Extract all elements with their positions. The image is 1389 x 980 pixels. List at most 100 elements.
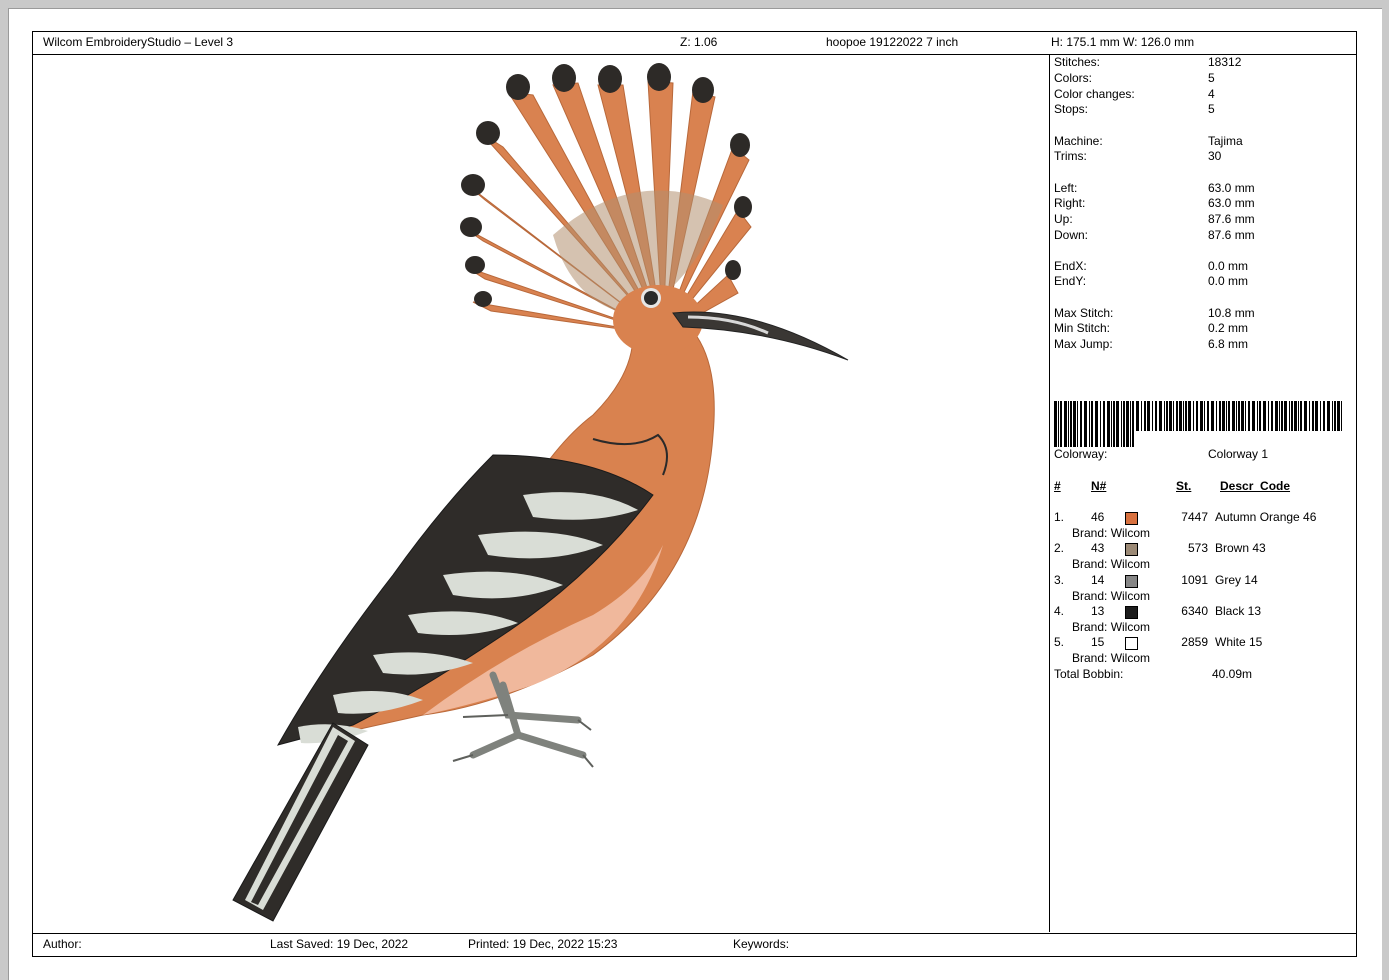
stat-row: Machine: Tajima (1054, 134, 1243, 149)
stat-value: 87.6 mm (1208, 212, 1255, 226)
last-saved: Last Saved: 19 Dec, 2022 (270, 937, 409, 951)
design-preview (33, 55, 1050, 932)
color-swatch (1125, 637, 1138, 651)
stat-value: 0.2 mm (1208, 321, 1249, 335)
barcode-bar (1064, 401, 1067, 447)
barcode-bar (1116, 401, 1119, 447)
barcode-bar (1300, 401, 1302, 431)
barcode-bar (1327, 401, 1330, 431)
stat-value: 87.6 mm (1208, 228, 1255, 242)
stat-row: Stitches: 18312 (1054, 55, 1241, 70)
col-header-description: Descr_Code (1220, 479, 1291, 493)
stat-label: EndX: (1054, 259, 1087, 273)
col-header-stitches: St. (1176, 479, 1192, 493)
barcode-bar (1337, 401, 1340, 431)
stat-value: 18312 (1208, 55, 1242, 69)
barcode-bar (1091, 401, 1093, 447)
barcode-bar (1232, 401, 1235, 431)
barcode-bar (1309, 401, 1310, 431)
barcode-bar (1113, 401, 1115, 447)
barcode-bar (1341, 401, 1342, 431)
hoopoe-embroidery-image (232, 63, 849, 922)
color-swatch (1125, 543, 1138, 557)
stat-value: 0.0 mm (1208, 274, 1249, 288)
stat-value: 30 (1208, 149, 1222, 163)
stitch-count: 7447 (1181, 510, 1208, 524)
barcode-bar (1289, 401, 1290, 431)
stat-label: Up: (1054, 212, 1073, 226)
worksheet-footer: Author: Last Saved: 19 Dec, 2022 Printed… (33, 933, 1356, 956)
stat-label: Colors: (1054, 71, 1093, 85)
barcode-bar (1100, 401, 1101, 447)
barcode-bar (1123, 401, 1125, 447)
stat-row: EndY: 0.0 mm (1054, 274, 1248, 289)
stat-label: Stops: (1054, 102, 1089, 116)
barcode-bar (1228, 401, 1230, 431)
thread-brand: Brand: Wilcom (1072, 557, 1151, 572)
stat-label: Down: (1054, 228, 1089, 242)
total-bobbin-value: 40.09m (1212, 667, 1253, 681)
app-title: Wilcom EmbroideryStudio – Level 3 (43, 35, 234, 49)
thread-brand: Brand: Wilcom (1072, 588, 1151, 603)
stat-label: EndY: (1054, 274, 1087, 288)
barcode-bar (1248, 401, 1250, 431)
barcode-bar (1111, 401, 1112, 447)
barcode-bar (1095, 401, 1098, 447)
thread-description: Autumn Orange 46 (1215, 510, 1317, 524)
barcode-bar (1166, 401, 1168, 431)
barcode-bar (1263, 401, 1266, 431)
stat-label: Max Jump: (1054, 337, 1113, 351)
barcode-bar (1204, 401, 1205, 431)
barcode-bar (1176, 401, 1178, 431)
barcode-bar (1073, 401, 1076, 447)
barcode (1054, 401, 1342, 447)
barcode-bar (1294, 401, 1297, 431)
barcode-bar (1183, 401, 1184, 431)
barcode-bar (1173, 401, 1174, 431)
stat-row: Left: 63.0 mm (1054, 181, 1255, 196)
stat-row: EndX: 0.0 mm (1054, 259, 1248, 274)
thread-number: 15 (1091, 635, 1105, 650)
barcode-bar (1216, 401, 1217, 431)
barcode-bar (1275, 401, 1278, 431)
barcode-bar (1130, 401, 1131, 447)
barcode-bar (1188, 401, 1191, 431)
stat-row: Down: 87.6 mm (1054, 228, 1255, 243)
color-swatch (1125, 574, 1138, 588)
barcode-bar (1103, 401, 1105, 447)
barcode-bar (1185, 401, 1187, 431)
total-bobbin-label: Total Bobbin: (1054, 667, 1124, 681)
stat-value: 5 (1208, 71, 1215, 85)
color-index: 1. (1054, 510, 1065, 524)
barcode-bar (1279, 401, 1280, 431)
barcode-bar (1304, 401, 1307, 431)
color-swatch (1125, 605, 1138, 619)
barcode-bar (1281, 401, 1283, 431)
keywords-label: Keywords: (733, 937, 790, 951)
barcode-bar (1298, 401, 1299, 431)
barcode-bar (1236, 401, 1237, 431)
barcode-bar (1164, 401, 1165, 431)
thread-number: 13 (1091, 603, 1105, 618)
thread-description: Brown 43 (1215, 541, 1266, 556)
thread-number: 14 (1091, 572, 1105, 587)
barcode-bar (1132, 401, 1134, 447)
barcode-bar (1259, 401, 1261, 431)
colorway-label: Colorway: (1054, 447, 1108, 461)
barcode-bar (1077, 401, 1078, 447)
stat-row: Max Stitch: 10.8 mm (1054, 306, 1255, 321)
stat-row: Right: 63.0 mm (1054, 196, 1255, 211)
col-header-number: N# (1091, 479, 1107, 493)
stat-value: 63.0 mm (1208, 196, 1255, 210)
stat-label: Left: (1054, 181, 1078, 195)
barcode-bar (1080, 401, 1082, 447)
barcode-bar (1207, 401, 1209, 431)
barcode-bar (1245, 401, 1246, 431)
barcode-bar (1268, 401, 1269, 431)
barcode-bar (1141, 401, 1142, 431)
barcode-bar (1193, 401, 1194, 431)
barcode-bar (1152, 401, 1153, 431)
stat-value: 0.0 mm (1208, 259, 1249, 273)
design-stats-panel: Stitches: 18312 Colors: 5 Color changes: 4 Sto… (1050, 55, 1356, 932)
design-filename: hoopoe 19122022 7 inch (826, 35, 959, 49)
